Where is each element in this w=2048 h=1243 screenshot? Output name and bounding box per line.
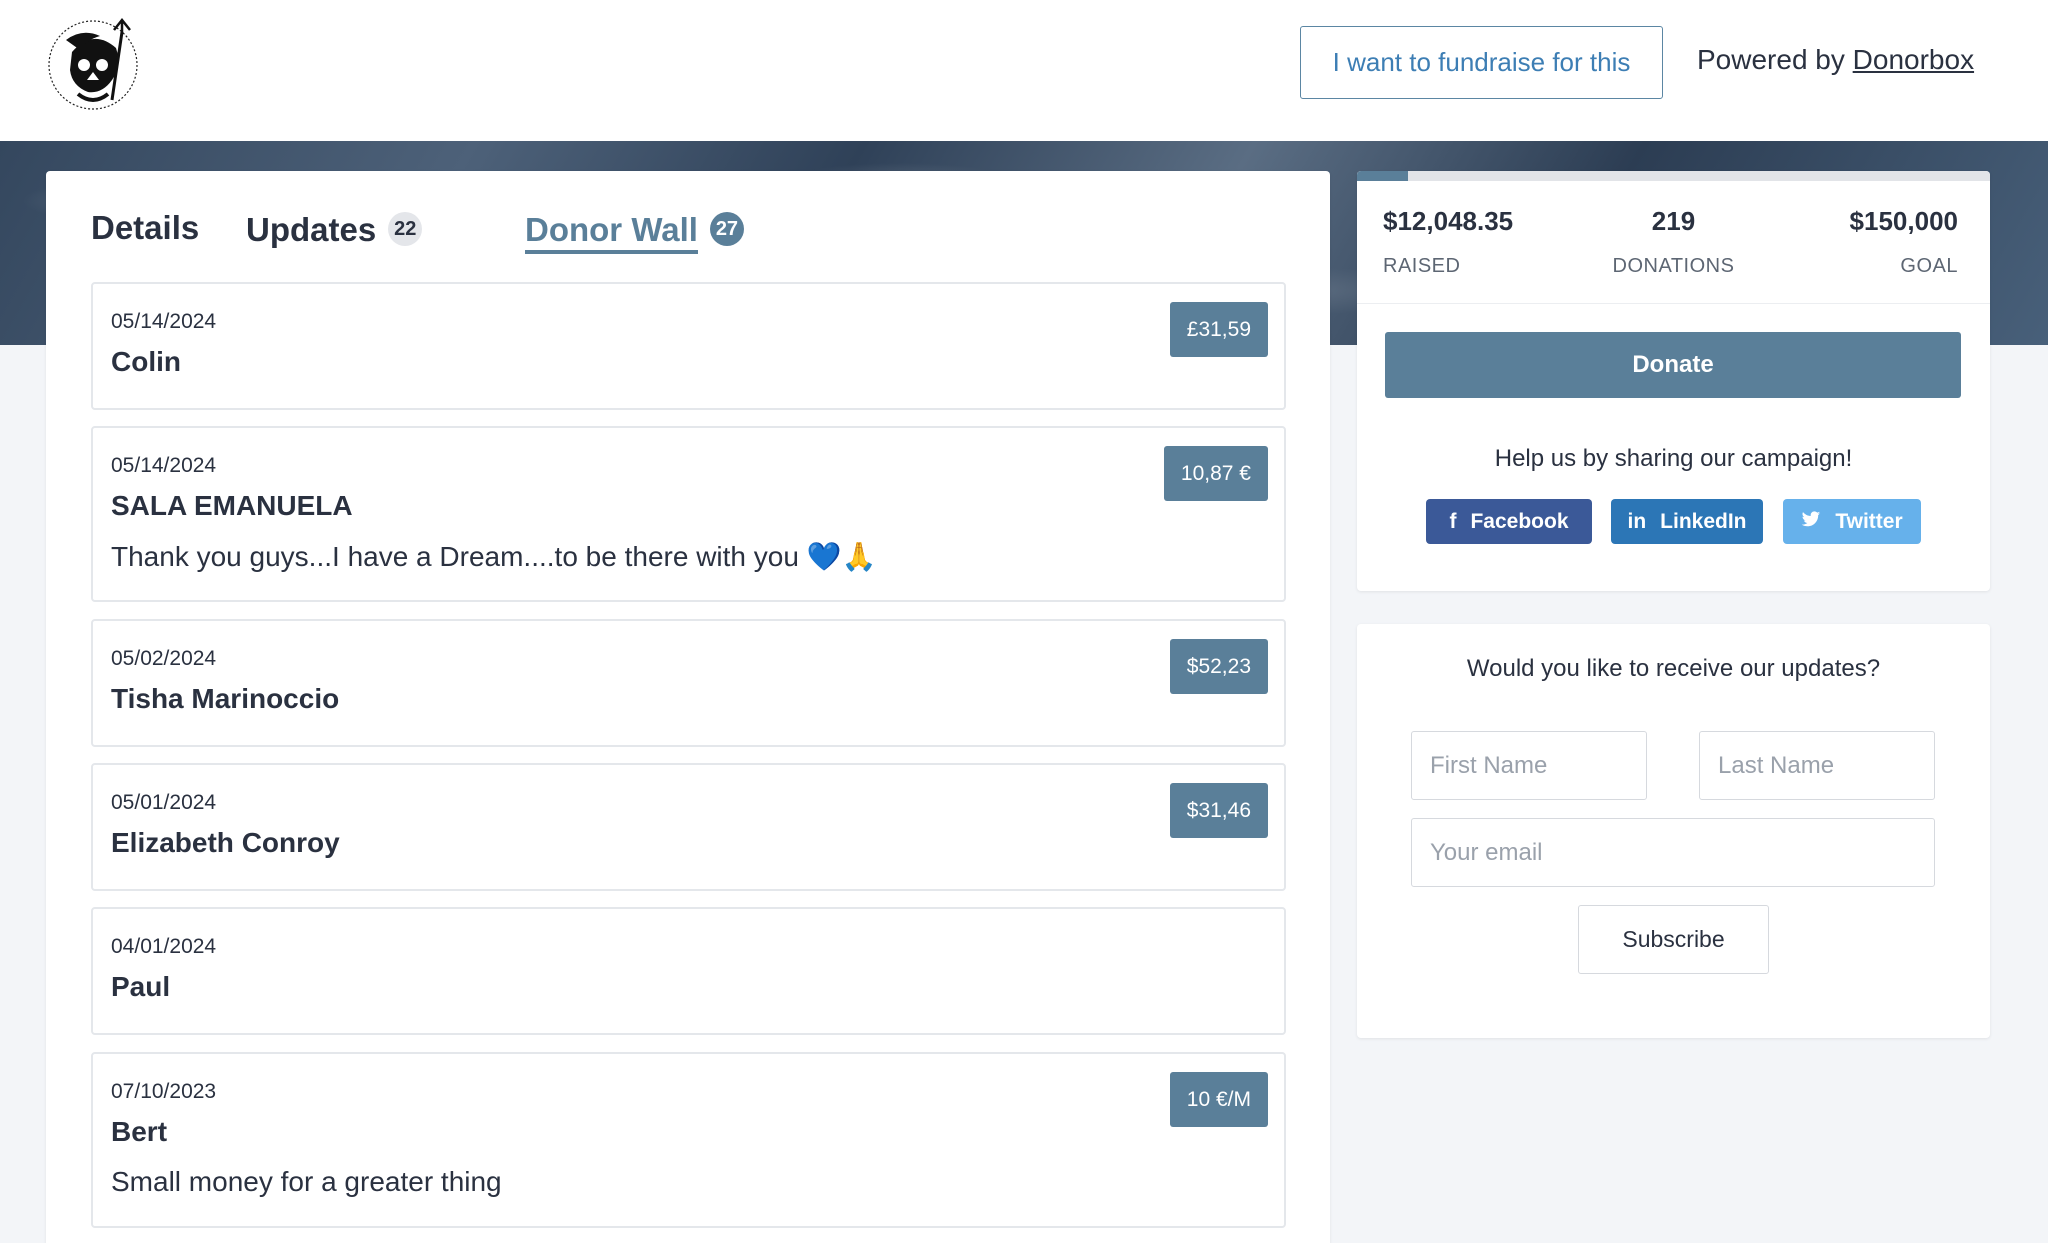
share-facebook-button[interactable]: f Facebook (1426, 499, 1592, 544)
goal-progress-fill (1357, 171, 1408, 181)
donate-button[interactable]: Donate (1385, 332, 1961, 398)
tab-details[interactable]: Details (91, 209, 199, 247)
campaign-stats-card: $12,048.35 RAISED 219 DONATIONS $150,000… (1357, 171, 1990, 591)
donor-message: Small money for a greater thing (111, 1166, 502, 1197)
donor-entry: 07/10/2023 Bert Small money for a greate… (91, 1052, 1286, 1228)
donor-wall-count-badge: 27 (709, 212, 744, 247)
powered-by: Powered by Donorbox (1697, 44, 1974, 76)
donor-entry: 05/14/2024 Colin £31,59 (91, 282, 1286, 410)
donation-date: 04/01/2024 (111, 935, 217, 958)
subscribe-button[interactable]: Subscribe (1578, 905, 1769, 974)
subscribe-title: Would you like to receive our updates? (1466, 655, 1881, 682)
donor-name: Colin (111, 346, 181, 377)
top-header: I want to fundraise for this Powered by … (0, 0, 2048, 141)
donation-date: 07/10/2023 (111, 1080, 217, 1103)
fundraise-button[interactable]: I want to fundraise for this (1300, 26, 1663, 99)
donor-entry: 04/01/2024 Paul (91, 907, 1286, 1035)
donation-date: 05/14/2024 (111, 310, 217, 333)
facebook-label: Facebook (1470, 509, 1569, 533)
last-name-field[interactable] (1699, 731, 1935, 800)
donation-amount-badge: 10 €/M (1169, 1072, 1268, 1127)
donorbox-link[interactable]: Donorbox (1853, 44, 1974, 75)
twitter-label: Twitter (1835, 509, 1903, 533)
linkedin-icon: in (1627, 509, 1647, 533)
donor-name: Tisha Marinoccio (111, 683, 340, 714)
subscribe-card: Would you like to receive our updates? S… (1357, 624, 1990, 1038)
donor-name: SALA EMANUELA (111, 490, 353, 521)
donation-amount-badge: $31,46 (1169, 783, 1268, 838)
goal-label: GOAL (1900, 255, 1958, 277)
donation-date: 05/02/2024 (111, 647, 217, 670)
tab-donor-wall-label: Donor Wall (525, 211, 698, 254)
powered-by-prefix: Powered by (1697, 44, 1845, 75)
goal-progress-bar (1357, 171, 1990, 181)
campaign-content-card: Details Updates 22 Donor Wall 27 05/14/202… (46, 171, 1330, 1243)
donation-date: 05/01/2024 (111, 791, 217, 814)
twitter-icon (1801, 510, 1821, 534)
tab-details-label: Details (91, 209, 200, 246)
goal-stat: $150,000 GOAL (1850, 206, 1958, 278)
tab-donor-wall[interactable]: Donor Wall 27 (525, 211, 744, 254)
neptunes-pirates-logo[interactable] (42, 10, 144, 116)
linkedin-label: LinkedIn (1660, 509, 1747, 533)
donor-entry: 05/02/2024 Tisha Marinoccio $52,23 (91, 619, 1286, 747)
tab-updates-label: Updates (246, 211, 377, 248)
first-name-field[interactable] (1411, 731, 1647, 800)
donor-name: Elizabeth Conroy (111, 827, 340, 858)
stats-divider (1357, 303, 1990, 304)
email-field[interactable] (1411, 818, 1935, 887)
donation-amount-badge: £31,59 (1169, 302, 1268, 357)
donation-date: 05/14/2024 (111, 454, 217, 477)
donor-name: Paul (111, 971, 171, 1002)
goal-amount: $150,000 (1849, 206, 1958, 236)
share-linkedin-button[interactable]: in LinkedIn (1611, 499, 1763, 544)
share-prompt: Help us by sharing our campaign! (1494, 445, 1853, 472)
updates-count-badge: 22 (388, 212, 423, 247)
share-twitter-button[interactable]: Twitter (1783, 499, 1921, 544)
tab-updates[interactable]: Updates 22 (246, 211, 423, 249)
donor-entry: 05/14/2024 SALA EMANUELA Thank you guys.… (91, 426, 1286, 602)
donor-message: Thank you guys...I have a Dream....to be… (111, 541, 877, 572)
donation-amount-badge: $52,23 (1169, 639, 1268, 694)
donor-name: Bert (111, 1116, 168, 1147)
donation-amount-badge: 10,87 € (1163, 446, 1268, 501)
facebook-icon: f (1449, 509, 1457, 533)
donor-entry: 05/01/2024 Elizabeth Conroy $31,46 (91, 763, 1286, 891)
